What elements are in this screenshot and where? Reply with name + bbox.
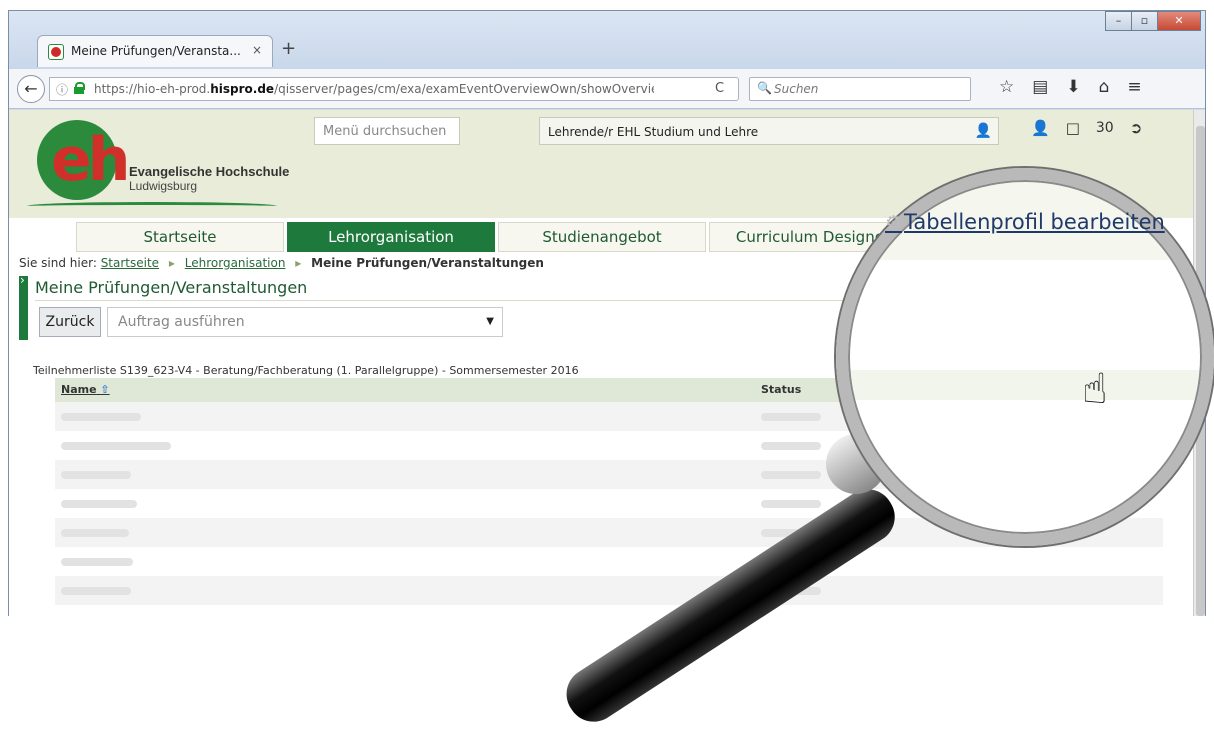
- table-row[interactable]: [55, 576, 1163, 605]
- breadcrumb-separator-icon: ▸: [168, 256, 175, 270]
- maximize-button[interactable]: ▫: [1131, 11, 1158, 31]
- logo-letters: eh: [51, 125, 130, 195]
- site-favicon-icon: [48, 44, 64, 60]
- download-icon[interactable]: ⬇: [1066, 77, 1080, 97]
- tab-startseite[interactable]: Startseite: [76, 222, 284, 252]
- main-nav: Startseite Lehrorganisation Studienangeb…: [76, 222, 920, 252]
- back-button[interactable]: ←: [17, 75, 45, 103]
- header-icons: 👤 □ 30 ➲: [1031, 119, 1142, 137]
- tab-close-icon[interactable]: ×: [252, 43, 262, 57]
- logo-sweep: [27, 202, 277, 210]
- logo-subtitle: Ludwigsburg: [129, 179, 198, 193]
- column-status-header[interactable]: Status: [761, 383, 801, 396]
- bookmark-star-icon[interactable]: ☆: [999, 77, 1014, 97]
- info-icon[interactable]: ⓘ: [56, 81, 68, 98]
- message-icon[interactable]: □: [1066, 119, 1080, 137]
- section-collapse-toggle[interactable]: [19, 273, 28, 340]
- logo-title: Evangelische Hochschule: [129, 164, 290, 179]
- tab-bar: Meine Prüfungen/Veransta... × + – ▫ ✕: [9, 11, 1205, 69]
- tab-title: Meine Prüfungen/Veransta...: [71, 44, 241, 58]
- dropdown-arrow-icon[interactable]: ▼: [486, 316, 494, 327]
- hand-pointer-icon: ☝: [1082, 364, 1108, 413]
- role-select[interactable]: Lehrende/r EHL Studium und Lehre 👤: [539, 117, 999, 145]
- breadcrumb-separator-icon: ▸: [295, 256, 302, 270]
- search-icon: 🔍: [757, 81, 772, 95]
- tab-lehrorganisation[interactable]: Lehrorganisation: [287, 222, 495, 252]
- window-controls: – ▫ ✕: [1105, 11, 1201, 31]
- logout-icon[interactable]: ➲: [1130, 119, 1143, 137]
- browser-tab[interactable]: Meine Prüfungen/Veransta... ×: [37, 35, 273, 67]
- table-profile-link[interactable]: ⚙Tabellenprofil bearbeiten: [885, 210, 1165, 234]
- participant-list-title: Teilnehmerliste S139_623-V4 - Beratung/F…: [33, 364, 579, 377]
- user-icon[interactable]: 👤: [1031, 119, 1050, 137]
- home-icon[interactable]: ⌂: [1099, 77, 1110, 97]
- sort-asc-icon: ⇧: [100, 383, 110, 396]
- table-row[interactable]: [55, 547, 1163, 576]
- lock-icon: [74, 82, 85, 94]
- navigation-bar: ← ⓘ https://hio-eh-prod.hispro.de/qisser…: [9, 69, 1205, 109]
- tab-studienangebot[interactable]: Studienangebot: [498, 222, 706, 252]
- url-text[interactable]: https://hio-eh-prod.hispro.de/qisserver/…: [94, 82, 654, 96]
- new-tab-button[interactable]: +: [281, 38, 296, 59]
- reading-list-icon[interactable]: ▤: [1032, 77, 1048, 97]
- zurueck-button[interactable]: Zurück: [39, 307, 101, 337]
- url-bar[interactable]: ⓘ https://hio-eh-prod.hispro.de/qisserve…: [49, 77, 739, 101]
- column-name-header[interactable]: Name ⇧: [61, 383, 110, 396]
- breadcrumb-current: Meine Prüfungen/Veranstaltungen: [311, 256, 544, 270]
- browser-toolbar-icons: ☆ ▤ ⬇ ⌂ ≡: [999, 77, 1142, 97]
- gear-icon: ⚙: [885, 212, 903, 234]
- menu-search-input[interactable]: Menü durchsuchen: [314, 117, 460, 145]
- browser-search-box[interactable]: 🔍 Suchen: [749, 77, 971, 101]
- close-window-button[interactable]: ✕: [1157, 11, 1201, 31]
- role-label: Lehrende/r EHL Studium und Lehre: [548, 125, 759, 139]
- session-timer: 30: [1095, 120, 1114, 136]
- breadcrumb-lehrorganisation[interactable]: Lehrorganisation: [185, 256, 286, 270]
- search-placeholder: Suchen: [774, 82, 819, 96]
- action-select[interactable]: Auftrag ausführen ▼: [107, 307, 503, 337]
- breadcrumb-startseite[interactable]: Startseite: [101, 256, 159, 270]
- user-role-icon[interactable]: 👤: [975, 123, 992, 139]
- minimize-button[interactable]: –: [1105, 11, 1132, 31]
- reload-icon[interactable]: C: [715, 81, 724, 96]
- breadcrumb: Sie sind hier: Startseite ▸ Lehrorganisa…: [19, 256, 544, 270]
- menu-icon[interactable]: ≡: [1127, 77, 1141, 97]
- page-title: Meine Prüfungen/Veranstaltungen: [35, 278, 308, 297]
